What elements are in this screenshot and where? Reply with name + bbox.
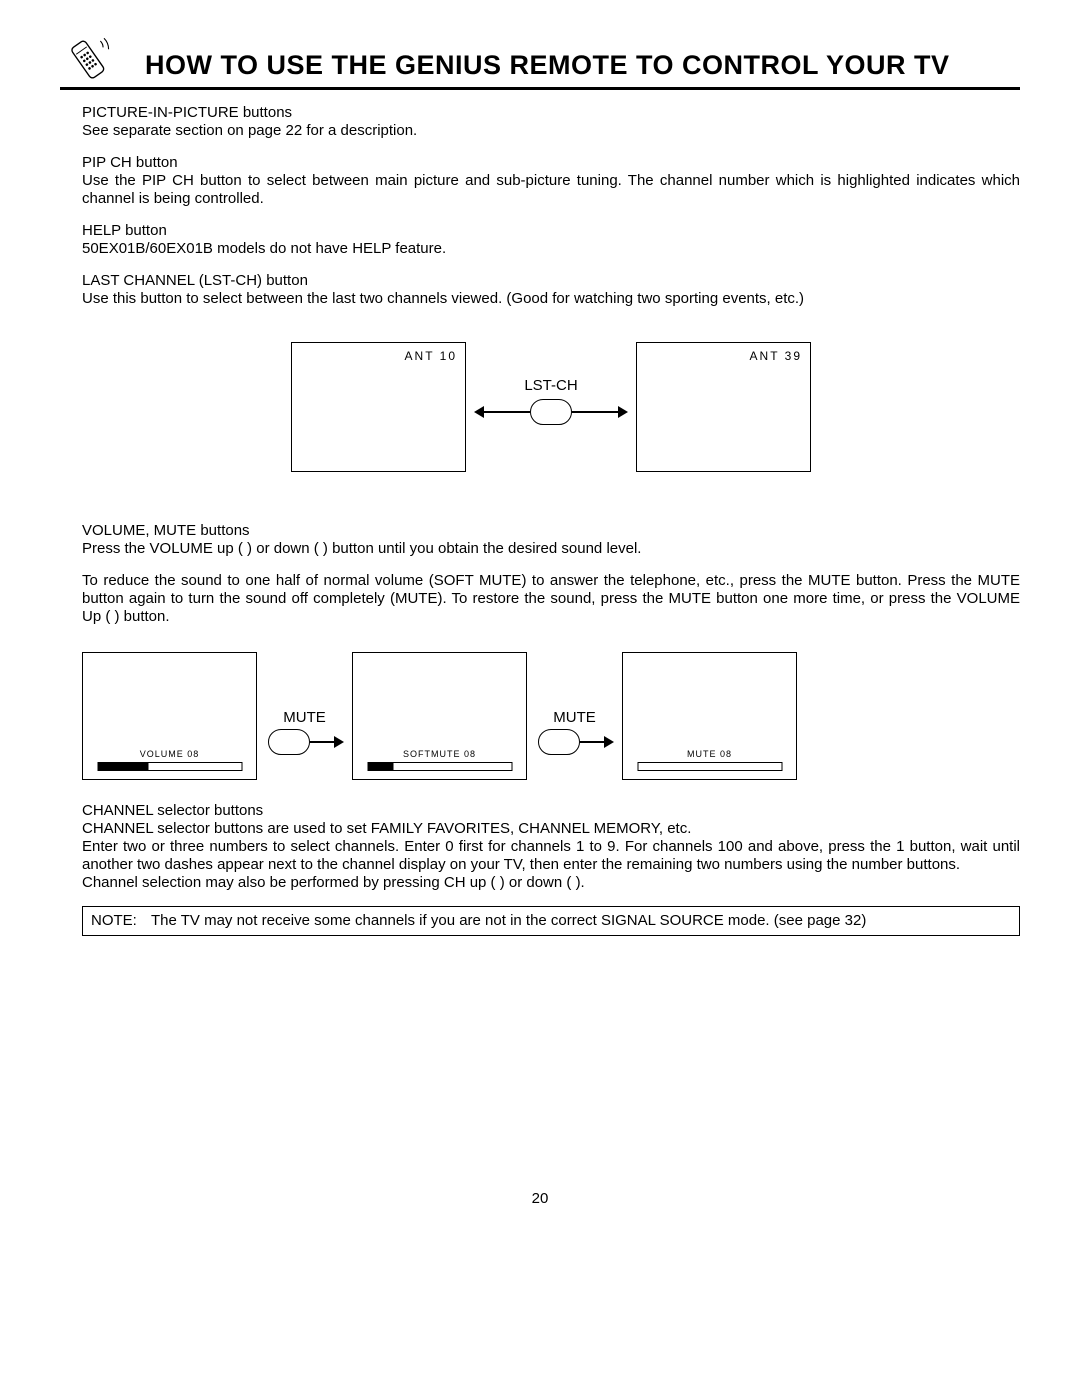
mute-btn-1: MUTE (257, 677, 352, 755)
heading-pipch: PIP CH button (82, 154, 1020, 172)
section-chsel: CHANNEL selector buttons CHANNEL selecto… (82, 802, 1020, 892)
vol-fill-2 (368, 763, 394, 770)
desc-pipch: Use the PIP CH button to select between … (82, 172, 1020, 208)
arrow-left-icon (476, 411, 530, 413)
section-volmute: VOLUME, MUTE buttons Press the VOLUME up… (82, 522, 1020, 626)
heading-lst: LAST CHANNEL (LST-CH) button (82, 272, 1020, 290)
lstch-diagram: ANT 10 LST-CH ANT 39 (82, 342, 1020, 472)
note-box: NOTE: The TV may not receive some channe… (82, 906, 1020, 936)
mute-tv1-label: VOLUME 08 (97, 749, 242, 760)
section-pip: PICTURE-IN-PICTURE buttons See separate … (82, 104, 1020, 140)
section-lst: LAST CHANNEL (LST-CH) button Use this bu… (82, 272, 1020, 308)
desc-help: 50EX01B/60EX01B models do not have HELP … (82, 240, 1020, 258)
desc-volmute-2: To reduce the sound to one half of norma… (82, 572, 1020, 626)
mute-tv3-label: MUTE 08 (637, 749, 782, 760)
tv-right: ANT 39 (636, 342, 811, 472)
body: PICTURE-IN-PICTURE buttons See separate … (60, 104, 1020, 936)
section-help: HELP button 50EX01B/60EX01B models do no… (82, 222, 1020, 258)
desc-chsel-3: Channel selection may also be performed … (82, 874, 1020, 892)
vol-fill-1 (98, 763, 148, 770)
mute-btn2-label: MUTE (553, 709, 596, 727)
arrow-right-icon (572, 411, 626, 413)
desc-pip: See separate section on page 22 for a de… (82, 122, 1020, 140)
lstch-label: LST-CH (524, 377, 577, 395)
header-row: HOW TO USE THE GENIUS REMOTE TO CONTROL … (60, 30, 1020, 81)
note-label: NOTE: (91, 912, 151, 930)
mute-button (538, 729, 580, 755)
tv-right-label: ANT 39 (750, 349, 802, 363)
heading-pip: PICTURE-IN-PICTURE buttons (82, 104, 1020, 122)
mute-button (268, 729, 310, 755)
mute-diagram: VOLUME 08 MUTE SOFTMUTE 08 MUTE (82, 652, 1020, 780)
heading-help: HELP button (82, 222, 1020, 240)
mute-tv2-label: SOFTMUTE 08 (367, 749, 512, 760)
tv-left: ANT 10 (291, 342, 466, 472)
note-text: The TV may not receive some channels if … (151, 912, 1011, 930)
page: HOW TO USE THE GENIUS REMOTE TO CONTROL … (0, 0, 1080, 936)
mute-tv-3: MUTE 08 (622, 652, 797, 780)
tv-left-label: ANT 10 (405, 349, 457, 363)
desc-chsel-1: CHANNEL selector buttons are used to set… (82, 820, 1020, 838)
heading-chsel: CHANNEL selector buttons (82, 802, 1020, 820)
mute-btn-2: MUTE (527, 677, 622, 755)
desc-chsel-2: Enter two or three numbers to select cha… (82, 838, 1020, 874)
mute-btn1-label: MUTE (283, 709, 326, 727)
section-pipch: PIP CH button Use the PIP CH button to s… (82, 154, 1020, 208)
remote-icon (60, 30, 115, 85)
mute-tv-2: SOFTMUTE 08 (352, 652, 527, 780)
desc-lst: Use this button to select between the la… (82, 290, 1020, 308)
arrow-right-icon (310, 741, 342, 743)
mute-tv-1: VOLUME 08 (82, 652, 257, 780)
page-number: 20 (0, 1190, 1080, 1207)
arrow-right-icon (580, 741, 612, 743)
page-title: HOW TO USE THE GENIUS REMOTE TO CONTROL … (145, 50, 1020, 81)
desc-volmute-1: Press the VOLUME up ( ) or down ( ) butt… (82, 540, 1020, 558)
lstch-button-group: LST-CH (466, 342, 636, 472)
heading-volmute: VOLUME, MUTE buttons (82, 522, 1020, 540)
title-rule (60, 87, 1020, 90)
lstch-button (530, 399, 572, 425)
